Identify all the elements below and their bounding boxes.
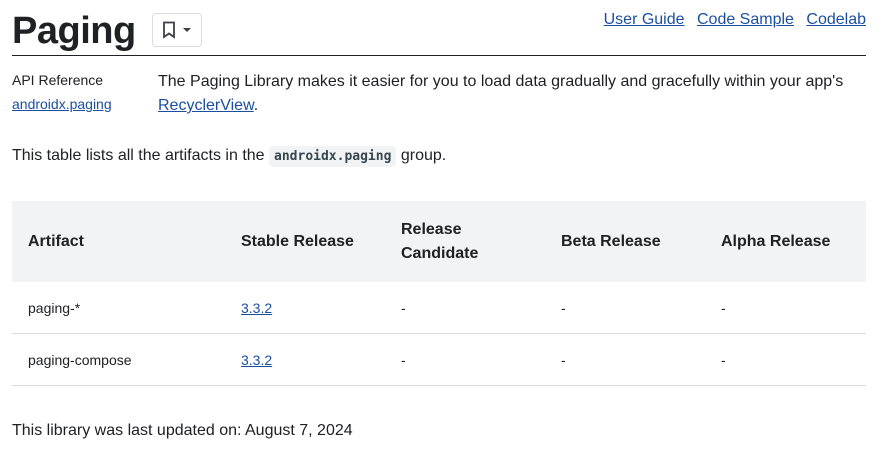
user-guide-link[interactable]: User Guide <box>604 11 685 28</box>
api-reference-box: API Reference androidx.paging <box>12 68 142 116</box>
intro-paragraph: The Paging Library makes it easier for y… <box>158 70 868 118</box>
group-code: androidx.paging <box>269 146 397 167</box>
header-beta-release: Beta Release <box>545 201 705 282</box>
last-updated-text: This library was last updated on: August… <box>12 422 353 439</box>
release-candidate-cell: - <box>385 282 545 334</box>
release-candidate-cell: - <box>385 333 545 386</box>
header-artifact: Artifact <box>12 201 225 282</box>
artifacts-table: Artifact Stable Release Release Candidat… <box>12 201 866 386</box>
stable-version-link[interactable]: 3.3.2 <box>241 300 272 316</box>
api-reference-label: API Reference <box>12 72 104 88</box>
chevron-down-icon <box>182 27 192 33</box>
header-release-candidate: Release Candidate <box>385 201 545 282</box>
header-stable-release: Stable Release <box>225 201 385 282</box>
header-alpha-release: Alpha Release <box>705 201 866 282</box>
stable-release-cell: 3.3.2 <box>225 282 385 334</box>
table-header-row: Artifact Stable Release Release Candidat… <box>12 201 866 282</box>
page-title: Paging <box>12 10 136 52</box>
api-reference-link[interactable]: androidx.paging <box>12 96 112 112</box>
lead-text-after: group. <box>400 147 447 164</box>
intro-suffix: . <box>253 97 259 114</box>
intro-text: The Paging Library makes it easier for y… <box>158 73 844 90</box>
bookmark-icon <box>162 21 176 39</box>
artifacts-lead: This table lists all the artifacts in th… <box>12 144 446 169</box>
alpha-release-cell: - <box>705 333 866 386</box>
codelab-link[interactable]: Codelab <box>806 11 866 28</box>
artifact-cell: paging-* <box>12 282 225 334</box>
table-row: paging-compose 3.3.2 - - - <box>12 333 866 386</box>
stable-release-cell: 3.3.2 <box>225 333 385 386</box>
beta-release-cell: - <box>545 282 705 334</box>
top-links: User Guide Code Sample Codelab <box>596 11 866 29</box>
artifact-cell: paging-compose <box>12 333 225 386</box>
alpha-release-cell: - <box>705 282 866 334</box>
beta-release-cell: - <box>545 333 705 386</box>
lead-text-before: This table lists all the artifacts in th… <box>12 147 265 164</box>
table-row: paging-* 3.3.2 - - - <box>12 282 866 334</box>
page-header: Paging User Guide Code Sample Codelab <box>12 0 866 56</box>
bookmark-button[interactable] <box>152 13 202 47</box>
recyclerview-link[interactable]: RecyclerView <box>158 97 254 114</box>
code-sample-link[interactable]: Code Sample <box>697 11 794 28</box>
stable-version-link[interactable]: 3.3.2 <box>241 352 272 368</box>
